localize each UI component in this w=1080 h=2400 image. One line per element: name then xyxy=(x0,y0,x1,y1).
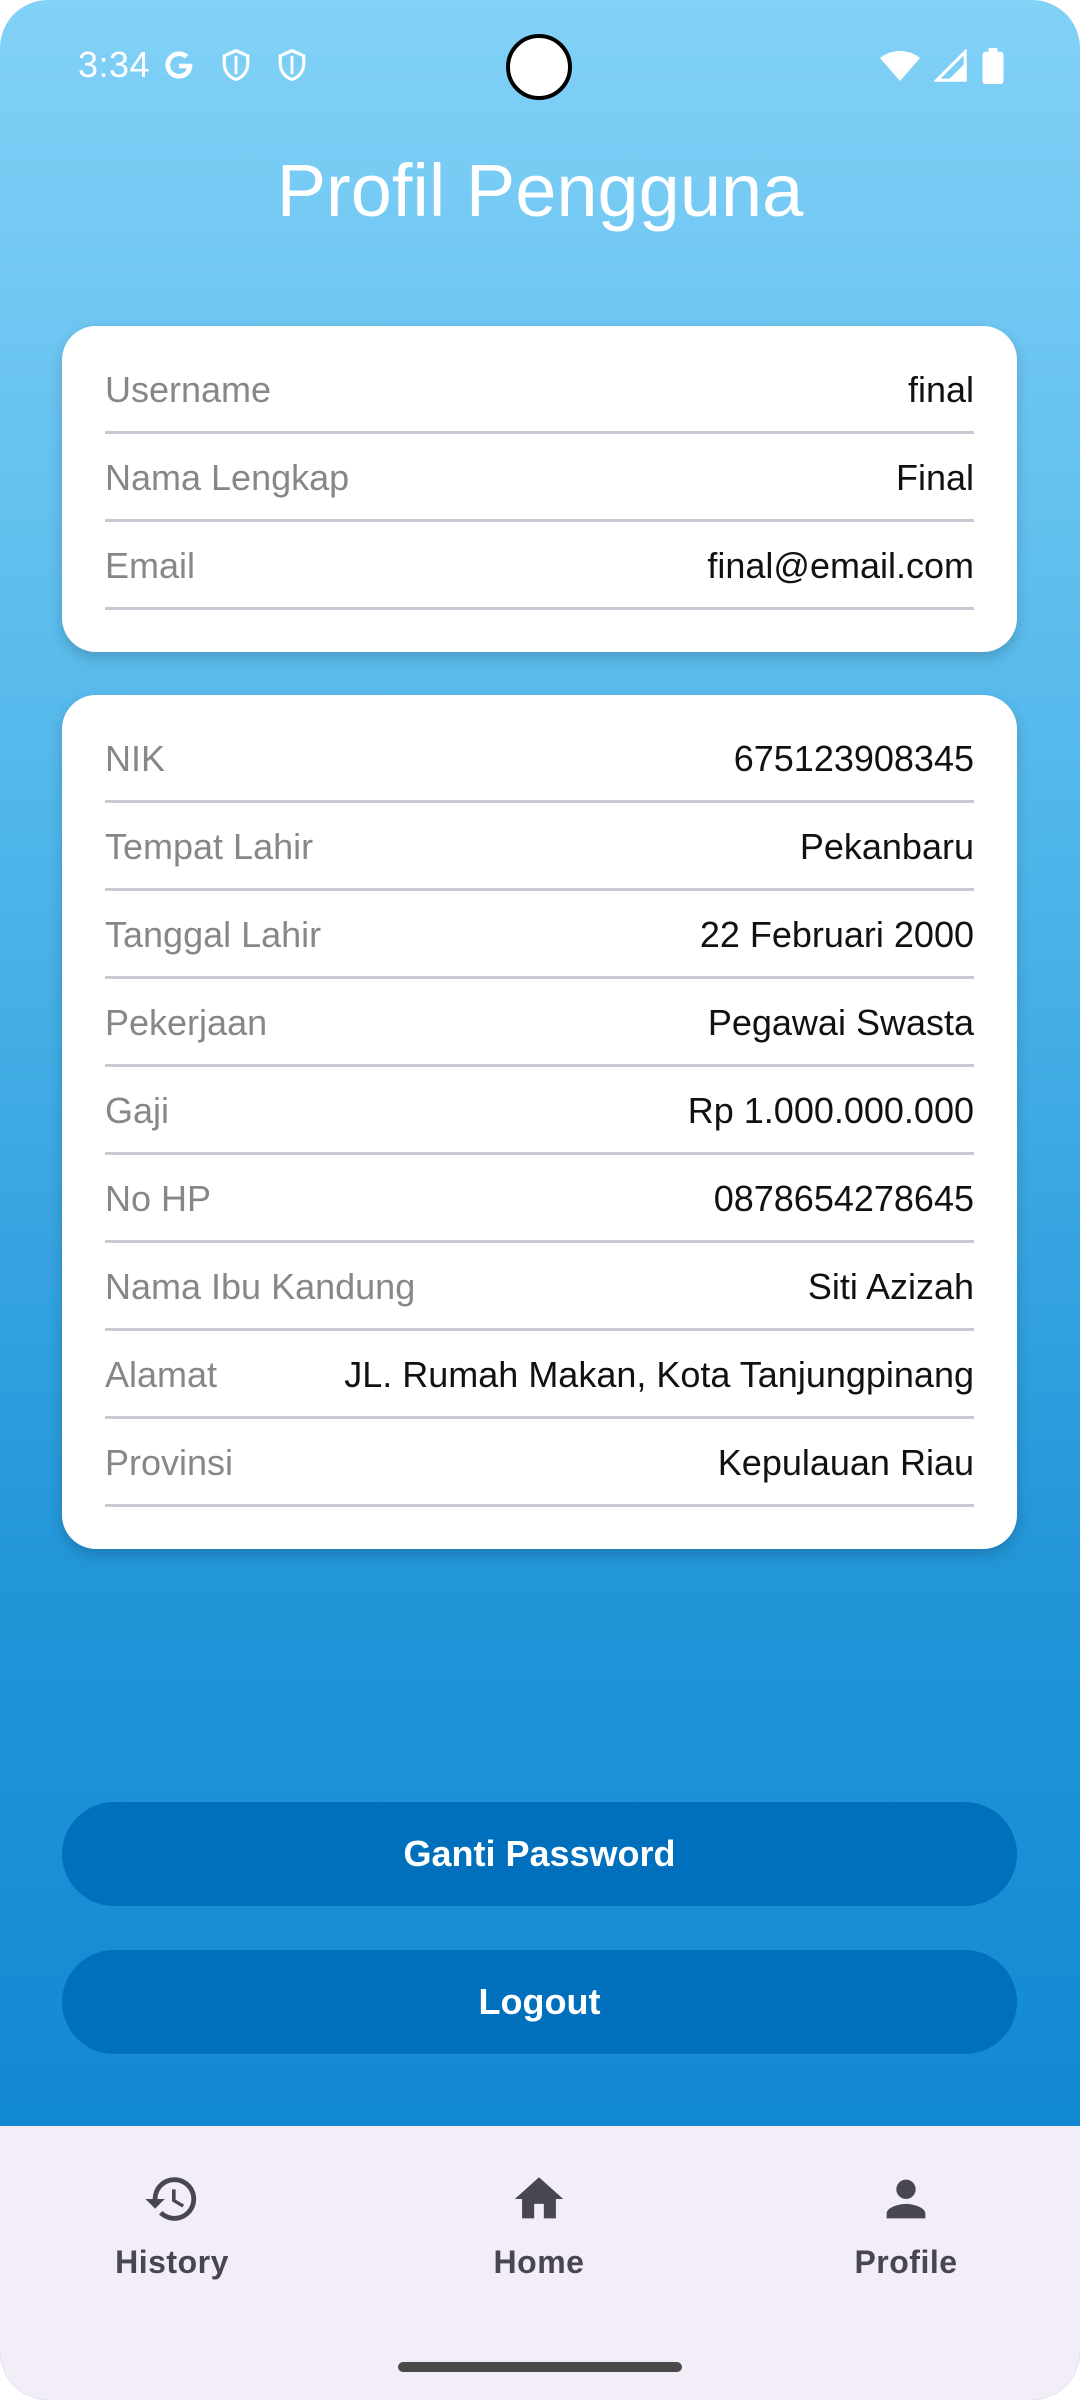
google-icon xyxy=(165,51,193,79)
bottom-navigation: History Home Profile xyxy=(0,2126,1080,2400)
info-row-email: Email final@email.com xyxy=(105,524,974,610)
info-row-full-name: Nama Lengkap Final xyxy=(105,436,974,522)
page-title: Profil Pengguna xyxy=(276,149,804,232)
status-icons-right xyxy=(880,48,1004,84)
row-label: Username xyxy=(105,368,272,410)
row-label: No HP xyxy=(105,1177,212,1219)
account-info-card: Username final Nama Lengkap Final Email … xyxy=(62,326,1017,652)
row-value: Pekanbaru xyxy=(799,825,974,867)
info-row-phone: No HP 0878654278645 xyxy=(105,1157,974,1243)
row-label: Gaji xyxy=(105,1089,170,1131)
row-label: Nama Ibu Kandung xyxy=(105,1265,416,1307)
row-value: Final xyxy=(895,456,974,498)
info-row-province: Provinsi Kepulauan Riau xyxy=(105,1421,974,1507)
row-value: final xyxy=(907,368,974,410)
wifi-icon xyxy=(880,51,920,81)
row-label: Pekerjaan xyxy=(105,1001,268,1043)
home-indicator[interactable] xyxy=(398,2362,682,2372)
battery-icon xyxy=(982,48,1004,84)
status-time: 3:34 xyxy=(78,44,151,85)
nav-item-profile[interactable]: Profile xyxy=(786,2170,1026,2281)
row-value: Kepulauan Riau xyxy=(717,1441,974,1483)
row-value: 0878654278645 xyxy=(713,1177,974,1219)
camera-cutout xyxy=(506,34,572,100)
home-icon xyxy=(514,2177,564,2219)
row-label: Nama Lengkap xyxy=(105,456,350,498)
shield-icon xyxy=(222,48,250,82)
info-row-mother-name: Nama Ibu Kandung Siti Azizah xyxy=(105,1245,974,1331)
profile-icon xyxy=(886,2179,926,2219)
status-icons-left xyxy=(162,48,308,82)
row-value: Siti Azizah xyxy=(807,1265,974,1307)
row-label: Provinsi xyxy=(105,1441,234,1483)
row-label: Tempat Lahir xyxy=(105,825,314,867)
nav-label-home: Home xyxy=(493,2244,585,2280)
profile-screen: 3:34 Profil Pengguna Username final Nama… xyxy=(0,0,1080,2400)
nav-label-history: History xyxy=(115,2244,229,2280)
info-row-birthdate: Tanggal Lahir 22 Februari 2000 xyxy=(105,893,974,979)
signal-icon xyxy=(934,49,967,82)
shield-icon xyxy=(278,48,306,82)
row-label: Email xyxy=(105,544,196,586)
row-value: Pegawai Swasta xyxy=(707,1001,974,1043)
row-value: 675123908345 xyxy=(733,737,974,779)
info-row-birthplace: Tempat Lahir Pekanbaru xyxy=(105,805,974,891)
info-row-nik: NIK 675123908345 xyxy=(105,717,974,803)
nav-item-history[interactable]: History xyxy=(52,2170,292,2281)
info-row-occupation: Pekerjaan Pegawai Swasta xyxy=(105,981,974,1067)
nav-item-home[interactable]: Home xyxy=(419,2170,659,2281)
info-row-address: Alamat JL. Rumah Makan, Kota Tanjungpina… xyxy=(105,1333,974,1419)
change-password-button[interactable]: Ganti Password xyxy=(62,1802,1017,1906)
row-value: 22 Februari 2000 xyxy=(699,913,974,955)
personal-detail-card: NIK 675123908345 Tempat Lahir Pekanbaru … xyxy=(62,695,1017,1549)
history-icon xyxy=(145,2177,197,2221)
row-value: JL. Rumah Makan, Kota Tanjungpinang xyxy=(344,1353,974,1395)
row-value: Rp 1.000.000.000 xyxy=(687,1089,974,1131)
info-row-username: Username final xyxy=(105,348,974,434)
row-label: NIK xyxy=(105,737,166,779)
row-label: Tanggal Lahir xyxy=(105,913,322,955)
row-value: final@email.com xyxy=(707,544,974,586)
status-bar: 3:34 xyxy=(0,0,1080,136)
info-row-salary: Gaji Rp 1.000.000.000 xyxy=(105,1069,974,1155)
nav-label-profile: Profile xyxy=(854,2244,958,2280)
logout-button[interactable]: Logout xyxy=(62,1950,1017,2054)
row-label: Alamat xyxy=(105,1353,218,1395)
